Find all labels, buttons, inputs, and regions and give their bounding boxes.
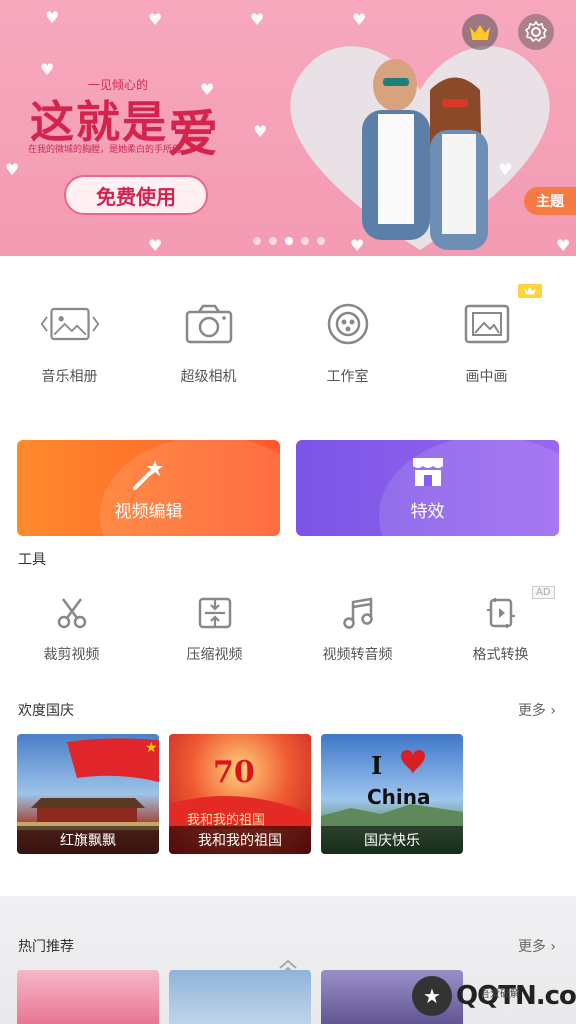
gear-icon (524, 20, 548, 43)
main-content: 音乐相册 超级相机 工作室 画中画 视频编辑 特效 工具 AD 裁剪视频 压缩视… (0, 256, 576, 896)
svg-text:I: I (371, 751, 382, 780)
feature-label: 超级相机 (180, 369, 237, 385)
heart-icon: ♥ (556, 236, 571, 255)
template-card-happy-national-day[interactable]: I China 国庆快乐 (321, 734, 463, 854)
crown-icon (524, 287, 536, 295)
decorative-wave (379, 440, 559, 536)
template-card-my-motherland[interactable]: 70 我和我的祖国 我和我的祖国 (169, 734, 311, 854)
photo-slideshow-icon (40, 296, 100, 352)
tool-video-to-audio[interactable]: 视频转音频 (286, 596, 429, 676)
heart-icon: ♥ (352, 10, 367, 29)
heart-icon: ♥ (40, 60, 55, 79)
heart-frame-graphic (290, 46, 550, 251)
tool-label: 裁剪视频 (43, 647, 100, 663)
heart-icon: ♥ (45, 8, 60, 27)
free-use-button[interactable]: 免费使用 (64, 175, 208, 215)
vip-crown-button[interactable] (462, 14, 498, 50)
carousel-dot[interactable] (317, 237, 325, 245)
carousel-dot[interactable] (269, 237, 277, 245)
more-label: 更多 (517, 703, 546, 719)
feature-super-camera[interactable]: 超级相机 (139, 296, 278, 396)
studio-reel-icon (318, 296, 378, 352)
svg-text:China: China (367, 785, 431, 809)
feature-label: 画中画 (465, 369, 508, 385)
format-convert-icon (486, 598, 515, 628)
camera-icon (179, 296, 239, 352)
svg-text:70: 70 (213, 755, 255, 790)
carousel-dot[interactable] (253, 237, 261, 245)
watermark-logo-icon: ★ (412, 976, 452, 1016)
tool-grid: 裁剪视频 压缩视频 视频转音频 格式转换 (0, 596, 576, 676)
national-day-section-title: 欢度国庆 (18, 703, 74, 719)
feature-studio[interactable]: 工作室 (278, 296, 417, 396)
svg-text:★: ★ (145, 740, 158, 756)
tool-label: 压缩视频 (186, 647, 243, 663)
carousel-dot-active[interactable] (285, 237, 293, 245)
scissors-icon (57, 598, 86, 629)
magic-wand-icon (132, 460, 163, 490)
hot-cards (17, 970, 463, 1024)
template-card-red-flag[interactable]: ★ 红旗飘飘 (17, 734, 159, 854)
feature-music-album[interactable]: 音乐相册 (0, 296, 139, 396)
heart-icon: ♥ (350, 236, 365, 255)
crown-icon (470, 25, 490, 40)
banner-title-ai: 爱 (168, 104, 220, 163)
hot-more-link[interactable]: 更多 › (518, 936, 556, 956)
hot-section-title: 热门推荐 (18, 939, 74, 955)
tool-label: 视频转音频 (322, 647, 393, 663)
compress-icon (198, 597, 231, 629)
heart-icon: ♥ (498, 160, 513, 179)
banner-description: 在我的微城的胸膛，是她柔白的手所倚。 (28, 145, 191, 155)
carousel-indicator (253, 237, 325, 245)
special-effects-button[interactable]: 特效 (296, 440, 559, 536)
tool-format-convert[interactable]: 格式转换 (429, 596, 572, 676)
tools-section-title: 工具 (18, 552, 46, 568)
settings-button[interactable] (518, 14, 554, 50)
feature-label: 音乐相册 (41, 369, 98, 385)
tool-label: 格式转换 (472, 647, 529, 663)
theme-button[interactable]: 主题 (524, 187, 576, 215)
heart-icon: ♥ (250, 10, 265, 29)
store-icon (412, 458, 443, 486)
national-day-cards: ★ 红旗飘飘 70 我和我的祖国 我和我的祖国 I China 国庆快乐 (17, 734, 463, 854)
hot-recommend-section: 热门推荐 更多 › ★ QQTN.com 吾爱破解 (0, 896, 576, 1024)
card-caption: 我和我的祖国 (169, 826, 311, 854)
special-effects-label: 特效 (410, 502, 445, 522)
heart-icon: ♥ (5, 160, 20, 179)
hot-template-card[interactable] (169, 970, 311, 1024)
carousel-dot[interactable] (301, 237, 309, 245)
hot-template-card[interactable] (17, 970, 159, 1024)
card-caption: 国庆快乐 (321, 826, 463, 854)
heart-icon: ♥ (148, 10, 163, 29)
feature-label: 工作室 (326, 369, 369, 385)
heart-icon: ♥ (253, 122, 268, 141)
heart-icon: ♥ (148, 236, 163, 255)
tool-trim-video[interactable]: 裁剪视频 (0, 596, 143, 676)
chevron-right-icon: › (550, 703, 556, 719)
tool-compress-video[interactable]: 压缩视频 (143, 596, 286, 676)
video-edit-button[interactable]: 视频编辑 (17, 440, 280, 536)
watermark-small-text: 吾爱破解 (480, 989, 520, 1000)
card-caption: 红旗飘飘 (17, 826, 159, 854)
chevron-right-icon: › (550, 939, 556, 955)
vip-crown-badge (518, 284, 542, 298)
picture-in-picture-icon (457, 296, 517, 352)
banner-carousel[interactable]: ♥ ♥ ♥ ♥ ♥ ♥ ♥ ♥ ♥ ♥ ♥ ♥ 一见倾心的 这就是爱 在我的微城… (0, 0, 576, 256)
more-label: 更多 (517, 939, 546, 955)
feature-picture-in-picture[interactable]: 画中画 (417, 284, 556, 396)
video-edit-label: 视频编辑 (114, 502, 183, 522)
national-day-more-link[interactable]: 更多 › (518, 700, 556, 720)
feature-grid: 音乐相册 超级相机 工作室 画中画 (0, 284, 576, 396)
music-note-icon (342, 597, 373, 629)
banner-title-main: 这就是 (30, 97, 168, 148)
